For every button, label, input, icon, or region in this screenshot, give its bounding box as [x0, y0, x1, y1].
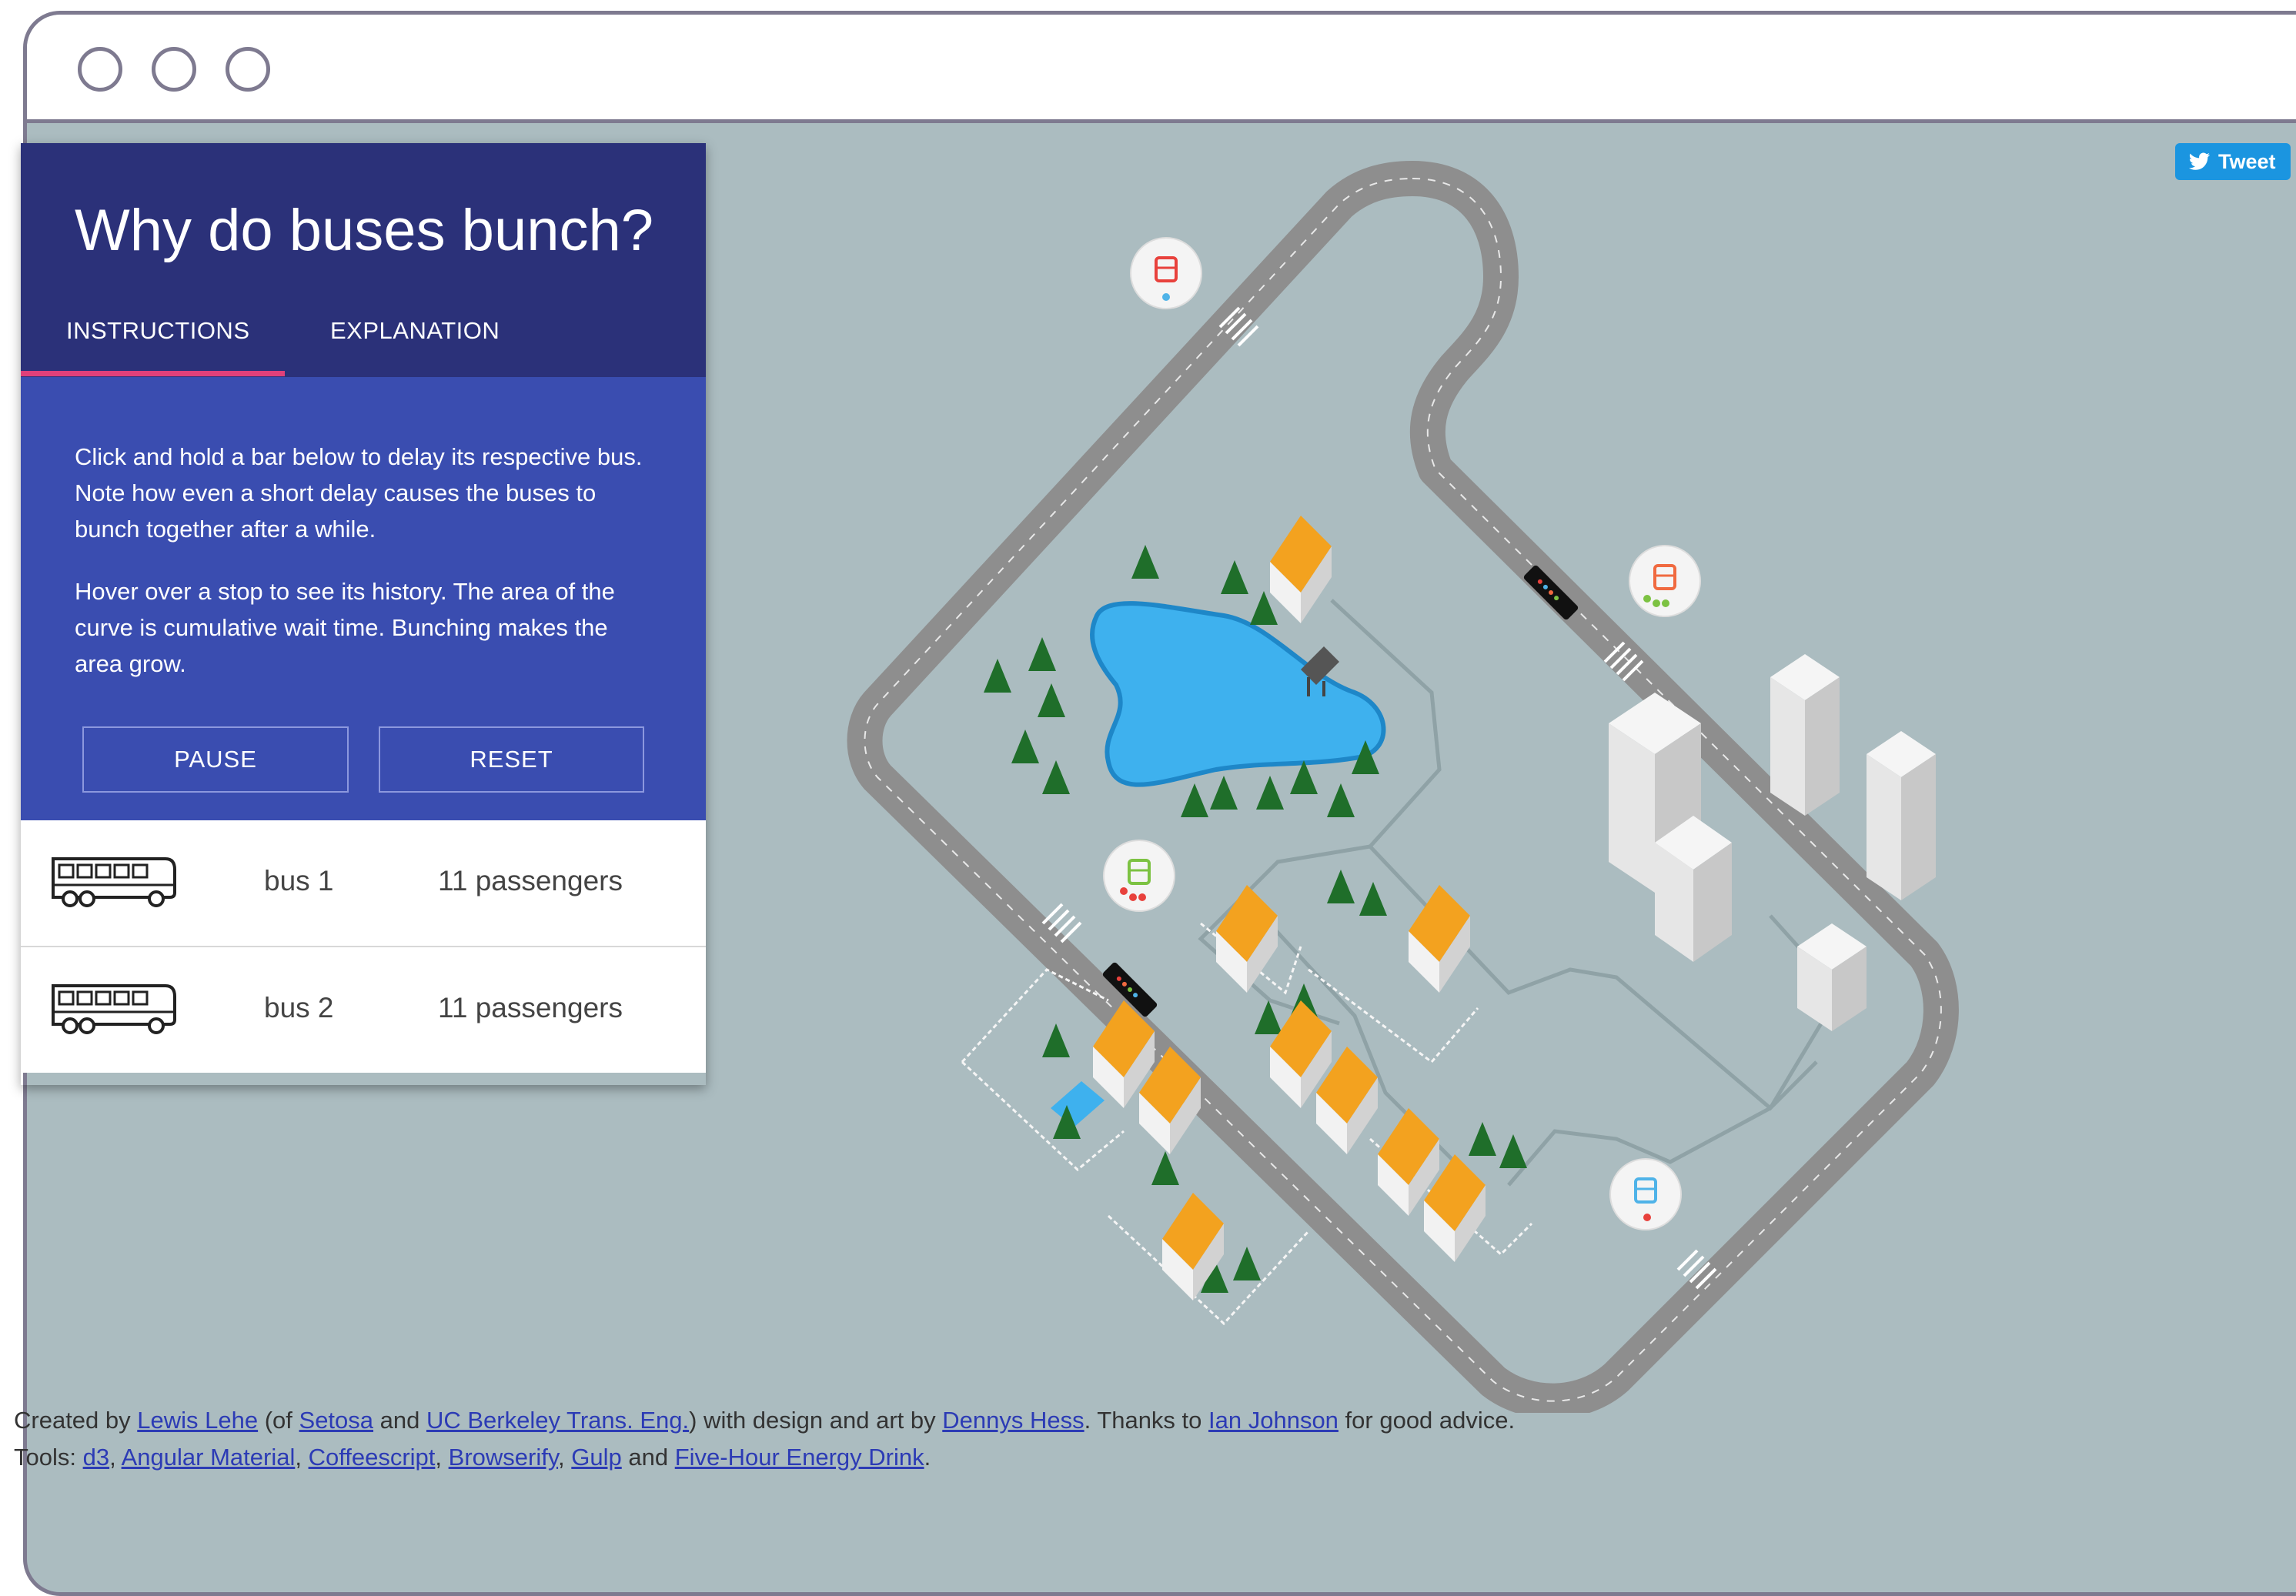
office-buildings — [1609, 654, 1936, 1031]
link-coffeescript[interactable]: Coffeescript — [309, 1444, 436, 1471]
link-angular-material[interactable]: Angular Material — [122, 1444, 296, 1471]
credits-line-2: Tools: d3, Angular Material, Coffeescrip… — [14, 1439, 1515, 1476]
pool — [1051, 1081, 1105, 1127]
link-gulp[interactable]: Gulp — [571, 1444, 621, 1471]
credits-separator: , — [295, 1444, 309, 1471]
active-tab-indicator — [21, 371, 285, 376]
bus-stop-west[interactable] — [1103, 840, 1175, 912]
credits-text: and — [373, 1407, 426, 1434]
credits-text: ) with design and art by — [689, 1407, 943, 1434]
credits-text: for good advice. — [1338, 1407, 1516, 1434]
tab-explanation[interactable]: EXPLANATION — [330, 317, 500, 345]
bus-1-passengers: 11 passengers — [438, 865, 623, 896]
tweet-button[interactable]: Tweet — [2175, 143, 2291, 180]
link-ian-johnson[interactable]: Ian Johnson — [1208, 1407, 1338, 1434]
credits-separator: , — [558, 1444, 572, 1471]
link-uc-berkeley[interactable]: UC Berkeley Trans. Eng. — [426, 1407, 689, 1434]
credits-line-1: Created by Lewis Lehe (of Setosa and UC … — [14, 1402, 1515, 1439]
credits-separator: , — [435, 1444, 449, 1471]
pause-button[interactable]: PAUSE — [82, 726, 349, 793]
link-d3[interactable]: d3 — [83, 1444, 109, 1471]
bus-icon — [52, 984, 176, 1034]
bus-icon — [52, 857, 176, 907]
tab-instructions[interactable]: INSTRUCTIONS — [66, 317, 250, 345]
window-close-button[interactable] — [78, 47, 122, 92]
link-lewis-lehe[interactable]: Lewis Lehe — [137, 1407, 258, 1434]
tweet-label: Tweet — [2218, 149, 2276, 173]
twitter-bird-icon — [2188, 152, 2210, 170]
credits: Created by Lewis Lehe (of Setosa and UC … — [14, 1402, 1515, 1476]
panel-header: Why do buses bunch? INSTRUCTIONS EXPLANA… — [21, 143, 706, 377]
credits-text: (of — [258, 1407, 299, 1434]
link-five-hour-energy[interactable]: Five-Hour Energy Drink — [675, 1444, 924, 1471]
link-setosa[interactable]: Setosa — [299, 1407, 374, 1434]
reset-button[interactable]: RESET — [379, 726, 644, 793]
bus-2-name: bus 2 — [264, 992, 334, 1023]
bus-1-row[interactable]: bus 1 11 passengers — [21, 820, 706, 947]
credits-separator: , — [109, 1444, 122, 1471]
window-maximize-button[interactable] — [226, 47, 270, 92]
bus-2-row[interactable]: bus 2 11 passengers — [21, 947, 706, 1073]
bus-1-name: bus 1 — [264, 865, 334, 896]
control-panel: Why do buses bunch? INSTRUCTIONS EXPLANA… — [21, 143, 706, 1085]
credits-text: Tools: — [14, 1444, 83, 1471]
window-minimize-button[interactable] — [152, 47, 196, 92]
credits-text: . Thanks to — [1084, 1407, 1209, 1434]
link-dennys-hess[interactable]: Dennys Hess — [942, 1407, 1084, 1434]
bus-stop-east[interactable] — [1629, 545, 1701, 617]
panel-title: Why do buses bunch? — [75, 198, 654, 263]
link-browserify[interactable]: Browserify — [449, 1444, 558, 1471]
bus-stop-south[interactable] — [1609, 1158, 1682, 1230]
credits-text: . — [924, 1444, 931, 1471]
bus-2-passengers: 11 passengers — [438, 992, 623, 1023]
bus-stop-north[interactable] — [1130, 237, 1202, 309]
instructions-paragraph-2: Hover over a stop to see its history. Th… — [75, 578, 615, 677]
instructions-paragraph-1: Click and hold a bar below to delay its … — [75, 443, 643, 543]
lake — [1090, 601, 1386, 787]
instructions-content: Click and hold a bar below to delay its … — [21, 377, 706, 820]
credits-text: and — [621, 1444, 675, 1471]
credits-text: Created by — [14, 1407, 138, 1434]
